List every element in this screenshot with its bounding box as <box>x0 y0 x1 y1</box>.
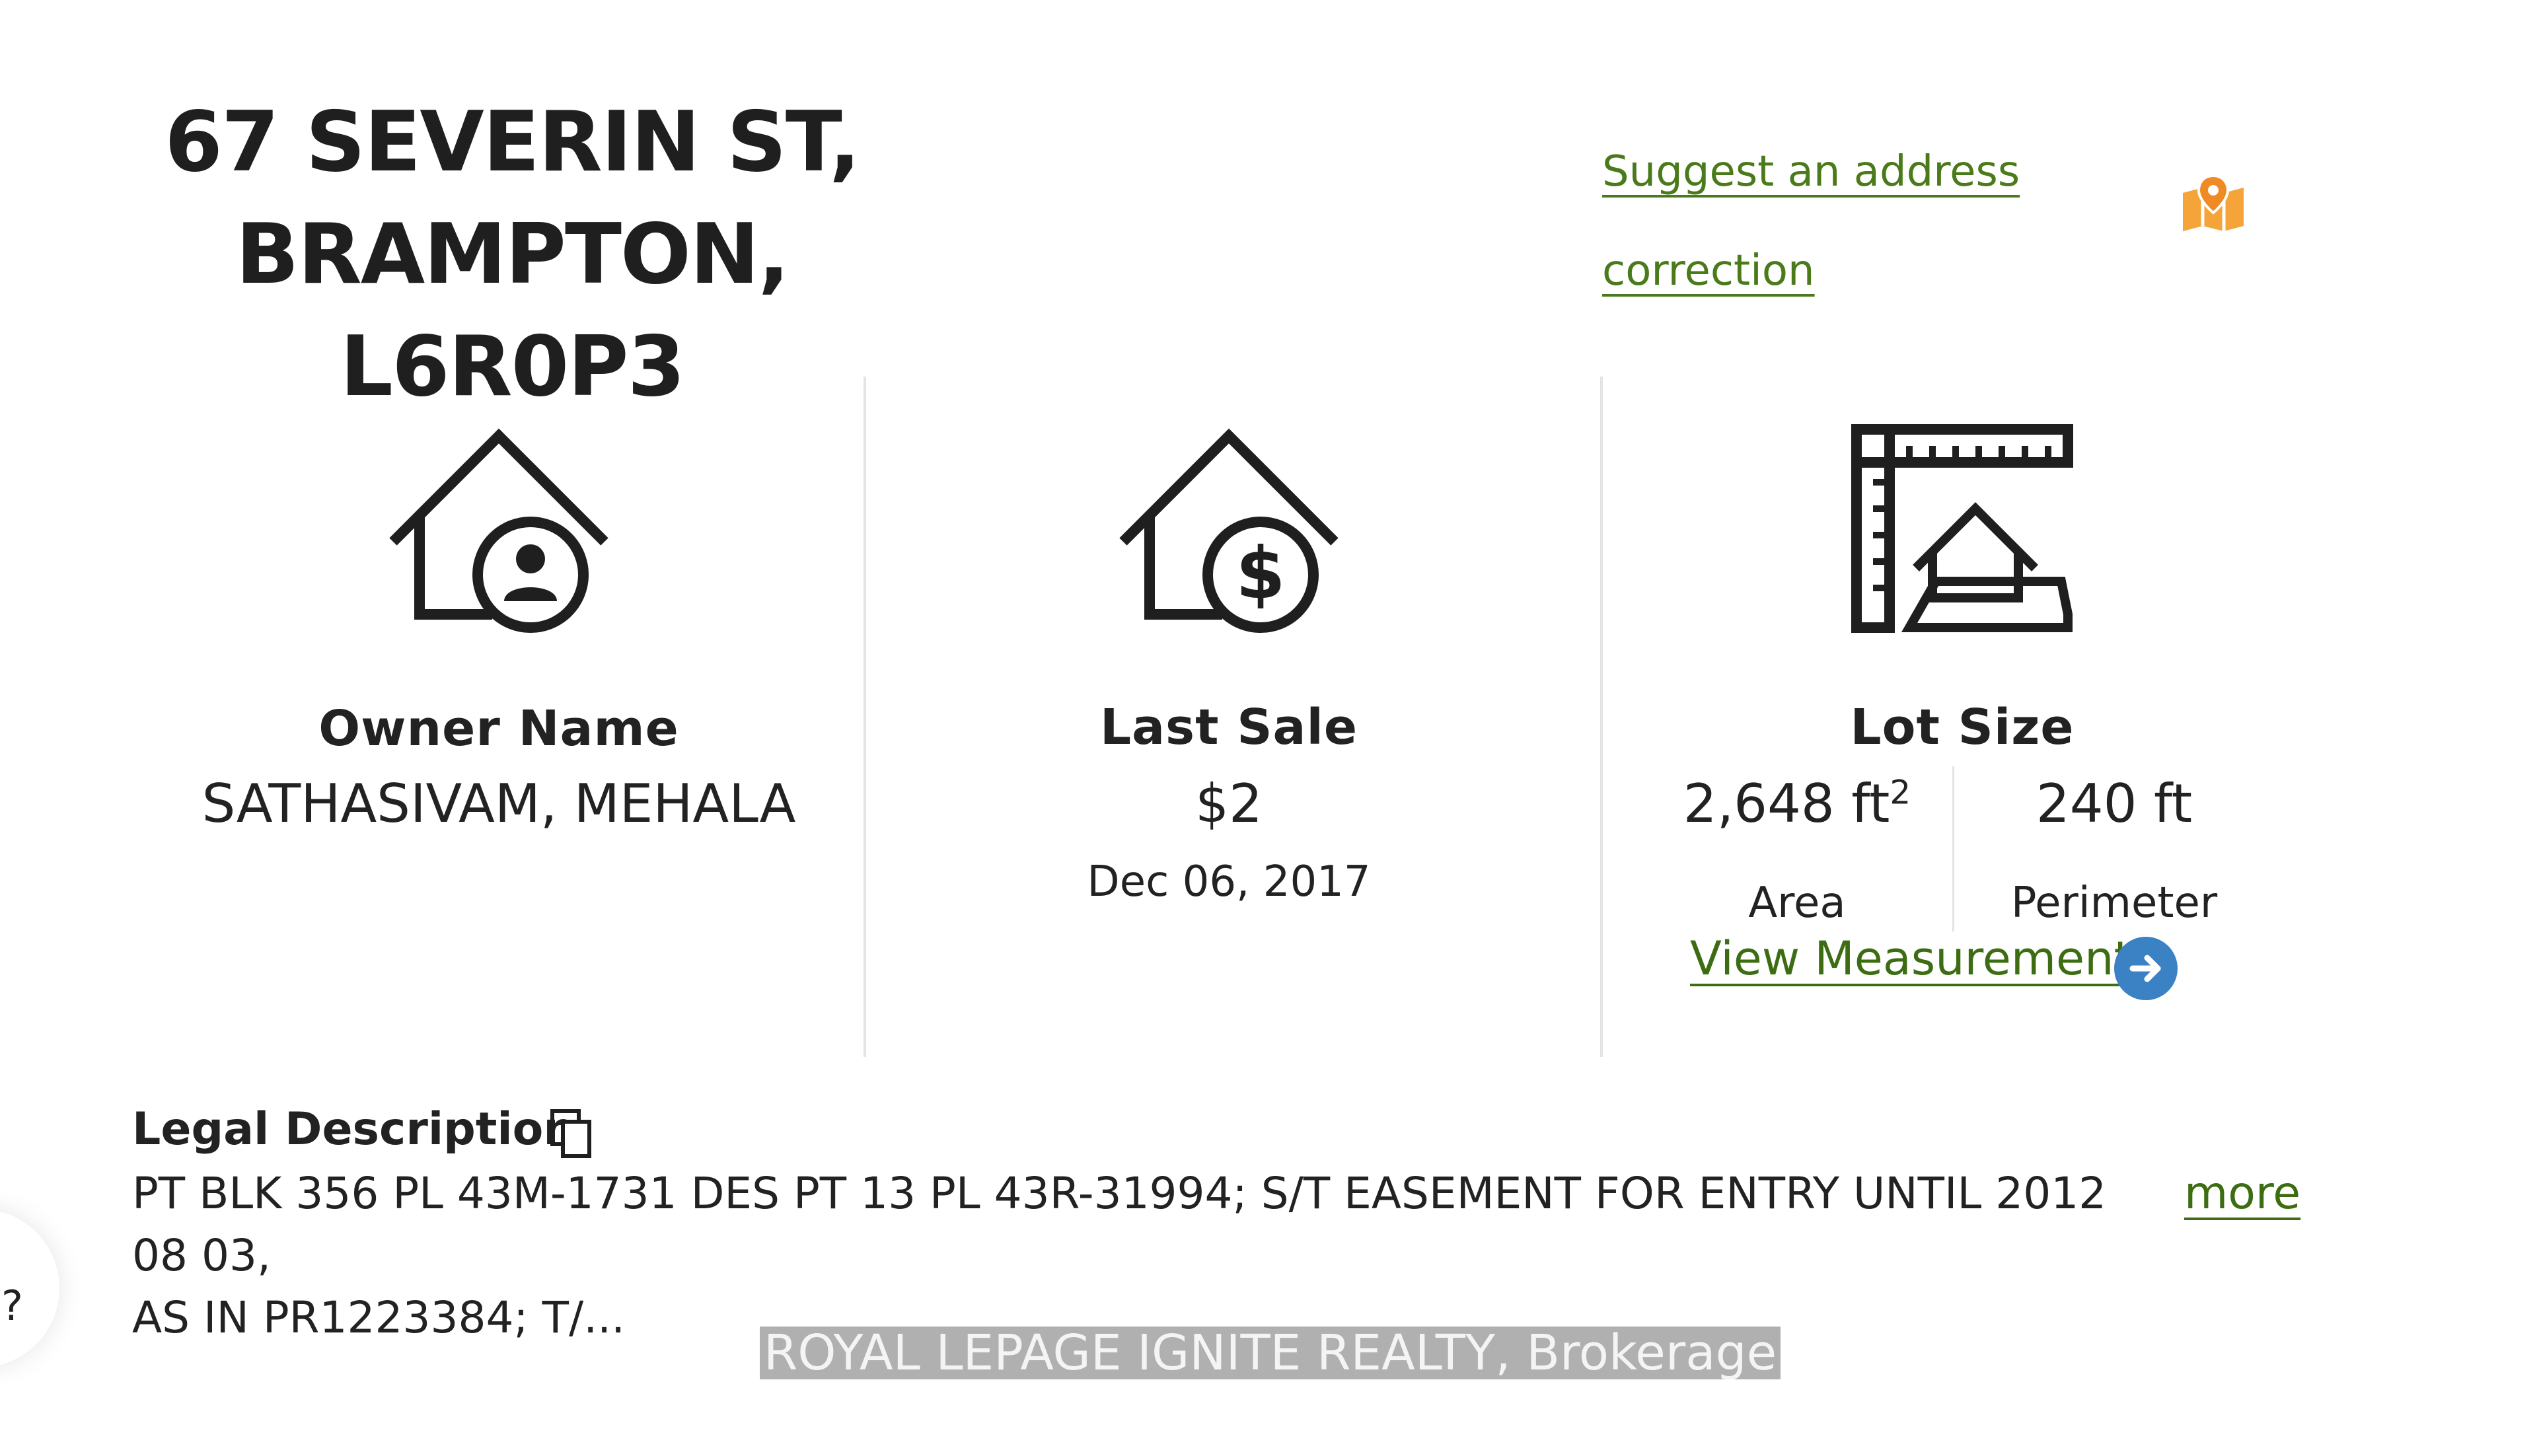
map-pin-icon[interactable] <box>2180 173 2246 233</box>
legal-description-text: PT BLK 356 PL 43M-1731 DES PT 13 PL 43R-… <box>132 1163 2147 1349</box>
owner-name-heading: Owner Name <box>318 700 679 757</box>
legal-description-heading: Legal Description <box>132 1103 575 1155</box>
last-sale-heading: Last Sale <box>1099 699 1358 756</box>
help-question-glyph[interactable]: ? <box>1 1282 23 1330</box>
area-value: 2,648 ft2 <box>1665 773 1929 834</box>
view-measurements-arrow-button[interactable] <box>2114 937 2178 1000</box>
lot-measure-icon <box>1851 424 2073 633</box>
property-address-title: 67 SEVERIN ST, BRAMPTON, L6R0P3 <box>132 86 892 423</box>
arrow-right-icon <box>2129 955 2161 982</box>
perimeter-value: 240 ft <box>2036 773 2193 834</box>
svg-text:$: $ <box>1235 532 1285 615</box>
address-line-1: 67 SEVERIN ST, BRAMPTON, <box>165 93 860 303</box>
copy-icon[interactable] <box>550 1109 593 1159</box>
column-divider <box>864 377 866 1057</box>
view-measurements-link[interactable]: View Measurements <box>1690 931 2156 986</box>
lot-size-divider <box>1952 766 1954 931</box>
area-label: Area <box>1748 879 1846 928</box>
perimeter-label: Perimeter <box>2010 879 2218 928</box>
address-line-2: L6R0P3 <box>340 318 686 415</box>
owner-name-value: SATHASIVAM, MEHALA <box>202 773 796 834</box>
last-sale-price: $2 <box>1195 773 1263 834</box>
legal-more-link[interactable]: more <box>2184 1163 2300 1225</box>
house-dollar-icon: $ <box>1119 428 1339 633</box>
legal-line-1: PT BLK 356 PL 43M-1731 DES PT 13 PL 43R-… <box>132 1168 2107 1281</box>
area-unit-superscript: 2 <box>1890 773 1911 812</box>
suggest-line-2: correction <box>1602 246 1815 295</box>
house-person-icon <box>389 428 608 633</box>
lot-size-heading: Lot Size <box>1850 699 2075 756</box>
suggest-line-1: Suggest an address <box>1602 147 2020 196</box>
suggest-address-correction-link[interactable]: Suggest an address correction <box>1602 122 2065 320</box>
area-value-text: 2,648 ft <box>1683 773 1890 834</box>
column-divider <box>1600 377 1603 1057</box>
brokerage-watermark: ROYAL LEPAGE IGNITE REALTY, Brokerage <box>760 1327 1781 1379</box>
last-sale-date: Dec 06, 2017 <box>1087 857 1371 906</box>
